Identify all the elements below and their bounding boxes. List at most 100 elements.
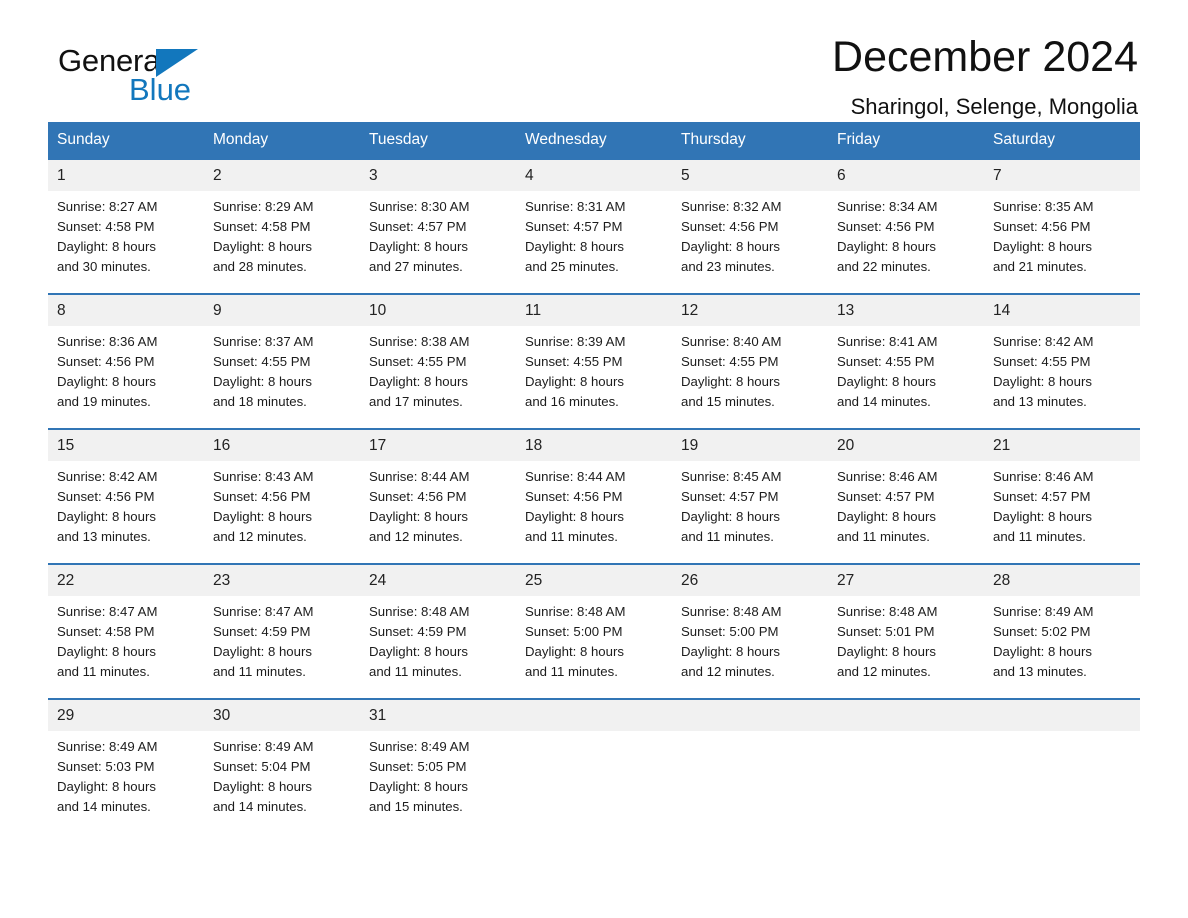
calendar-day-cell[interactable]: 25 Sunrise: 8:48 AM Sunset: 5:00 PM Dayligh… bbox=[516, 563, 672, 699]
calendar-day-cell[interactable]: 17 Sunrise: 8:44 AM Sunset: 4:56 PM Dayligh… bbox=[360, 428, 516, 564]
calendar-day-cell[interactable]: 31 Sunrise: 8:49 AM Sunset: 5:05 PM Dayligh… bbox=[360, 698, 516, 818]
sunrise-time: Sunrise: 8:41 AM bbox=[837, 334, 938, 349]
day-number bbox=[516, 700, 672, 731]
daylight-duration-line2: and 17 minutes. bbox=[369, 394, 463, 409]
daylight-duration-line1: Daylight: 8 hours bbox=[681, 509, 780, 524]
day-details: Sunrise: 8:44 AM Sunset: 4:56 PM Daylight:… bbox=[516, 461, 672, 547]
calendar-day-cell[interactable]: 23 Sunrise: 8:47 AM Sunset: 4:59 PM Dayligh… bbox=[204, 563, 360, 699]
day-number: 11 bbox=[516, 295, 672, 326]
calendar-day-cell-empty bbox=[516, 698, 672, 818]
sunrise-time: Sunrise: 8:42 AM bbox=[57, 469, 158, 484]
day-details: Sunrise: 8:45 AM Sunset: 4:57 PM Daylight:… bbox=[672, 461, 828, 547]
calendar-day-cell[interactable]: 14 Sunrise: 8:42 AM Sunset: 4:55 PM Dayligh… bbox=[984, 293, 1140, 429]
calendar-day-cell[interactable]: 11 Sunrise: 8:39 AM Sunset: 4:55 PM Dayligh… bbox=[516, 293, 672, 429]
calendar-day-cell[interactable]: 30 Sunrise: 8:49 AM Sunset: 5:04 PM Dayligh… bbox=[204, 698, 360, 818]
day-number: 29 bbox=[48, 700, 204, 731]
page-title: December 2024 bbox=[832, 33, 1138, 81]
sunrise-time: Sunrise: 8:45 AM bbox=[681, 469, 782, 484]
daylight-duration-line2: and 14 minutes. bbox=[57, 799, 151, 814]
calendar-day-cell[interactable]: 1 Sunrise: 8:27 AM Sunset: 4:58 PM Daylight… bbox=[48, 158, 204, 294]
sunrise-time: Sunrise: 8:36 AM bbox=[57, 334, 158, 349]
daylight-duration-line1: Daylight: 8 hours bbox=[213, 779, 312, 794]
calendar-day-cell[interactable]: 26 Sunrise: 8:48 AM Sunset: 5:00 PM Dayligh… bbox=[672, 563, 828, 699]
calendar-day-cell[interactable]: 3 Sunrise: 8:30 AM Sunset: 4:57 PM Daylight… bbox=[360, 158, 516, 294]
calendar-day-cell[interactable]: 18 Sunrise: 8:44 AM Sunset: 4:56 PM Dayligh… bbox=[516, 428, 672, 564]
calendar-day-cell[interactable]: 7 Sunrise: 8:35 AM Sunset: 4:56 PM Daylight… bbox=[984, 158, 1140, 294]
calendar-day-cell[interactable]: 22 Sunrise: 8:47 AM Sunset: 4:58 PM Dayligh… bbox=[48, 563, 204, 699]
daylight-duration-line1: Daylight: 8 hours bbox=[993, 239, 1092, 254]
calendar-day-cell[interactable]: 29 Sunrise: 8:49 AM Sunset: 5:03 PM Dayligh… bbox=[48, 698, 204, 818]
daylight-duration-line1: Daylight: 8 hours bbox=[993, 374, 1092, 389]
sunset-time: Sunset: 4:59 PM bbox=[213, 624, 311, 639]
calendar-day-cell[interactable]: 21 Sunrise: 8:46 AM Sunset: 4:57 PM Dayligh… bbox=[984, 428, 1140, 564]
calendar-day-cell[interactable]: 2 Sunrise: 8:29 AM Sunset: 4:58 PM Daylight… bbox=[204, 158, 360, 294]
daylight-duration-line2: and 11 minutes. bbox=[993, 529, 1086, 544]
day-details: Sunrise: 8:35 AM Sunset: 4:56 PM Daylight:… bbox=[984, 191, 1140, 277]
sunset-time: Sunset: 4:58 PM bbox=[213, 219, 311, 234]
daylight-duration-line1: Daylight: 8 hours bbox=[525, 239, 624, 254]
daylight-duration-line2: and 23 minutes. bbox=[681, 259, 775, 274]
weekday-header-thursday: Thursday bbox=[672, 122, 828, 159]
day-number: 19 bbox=[672, 430, 828, 461]
daylight-duration-line1: Daylight: 8 hours bbox=[993, 509, 1092, 524]
calendar-day-cell[interactable]: 20 Sunrise: 8:46 AM Sunset: 4:57 PM Dayligh… bbox=[828, 428, 984, 564]
sunrise-time: Sunrise: 8:49 AM bbox=[57, 739, 158, 754]
page-masthead: General Blue December 2024 Sharingol, Se… bbox=[48, 0, 1140, 119]
daylight-duration-line2: and 18 minutes. bbox=[213, 394, 307, 409]
day-details: Sunrise: 8:29 AM Sunset: 4:58 PM Daylight:… bbox=[204, 191, 360, 277]
sunrise-time: Sunrise: 8:30 AM bbox=[369, 199, 470, 214]
calendar-day-cell[interactable]: 15 Sunrise: 8:42 AM Sunset: 4:56 PM Dayligh… bbox=[48, 428, 204, 564]
calendar-day-cell[interactable]: 27 Sunrise: 8:48 AM Sunset: 5:01 PM Dayligh… bbox=[828, 563, 984, 699]
calendar-day-cell[interactable]: 8 Sunrise: 8:36 AM Sunset: 4:56 PM Daylight… bbox=[48, 293, 204, 429]
daylight-duration-line1: Daylight: 8 hours bbox=[525, 644, 624, 659]
sunset-time: Sunset: 4:55 PM bbox=[369, 354, 467, 369]
calendar-day-cell[interactable]: 24 Sunrise: 8:48 AM Sunset: 4:59 PM Dayligh… bbox=[360, 563, 516, 699]
day-number: 30 bbox=[204, 700, 360, 731]
day-details: Sunrise: 8:42 AM Sunset: 4:56 PM Daylight:… bbox=[48, 461, 204, 547]
sunset-time: Sunset: 4:59 PM bbox=[369, 624, 467, 639]
sunset-time: Sunset: 5:00 PM bbox=[525, 624, 623, 639]
daylight-duration-line2: and 13 minutes. bbox=[993, 394, 1087, 409]
sunrise-time: Sunrise: 8:29 AM bbox=[213, 199, 314, 214]
calendar-day-cell[interactable]: 28 Sunrise: 8:49 AM Sunset: 5:02 PM Dayligh… bbox=[984, 563, 1140, 699]
calendar-day-cell[interactable]: 10 Sunrise: 8:38 AM Sunset: 4:55 PM Dayligh… bbox=[360, 293, 516, 429]
calendar-day-cell[interactable]: 12 Sunrise: 8:40 AM Sunset: 4:55 PM Dayligh… bbox=[672, 293, 828, 429]
sunset-time: Sunset: 4:56 PM bbox=[369, 489, 467, 504]
day-number: 18 bbox=[516, 430, 672, 461]
calendar-week-row: 1 Sunrise: 8:27 AM Sunset: 4:58 PM Daylight… bbox=[48, 158, 1140, 294]
day-number: 8 bbox=[48, 295, 204, 326]
sunset-time: Sunset: 4:57 PM bbox=[525, 219, 623, 234]
calendar-day-cell[interactable]: 16 Sunrise: 8:43 AM Sunset: 4:56 PM Dayligh… bbox=[204, 428, 360, 564]
daylight-duration-line2: and 11 minutes. bbox=[525, 664, 618, 679]
calendar-day-cell[interactable]: 6 Sunrise: 8:34 AM Sunset: 4:56 PM Daylight… bbox=[828, 158, 984, 294]
sunrise-time: Sunrise: 8:27 AM bbox=[57, 199, 158, 214]
daylight-duration-line2: and 21 minutes. bbox=[993, 259, 1087, 274]
calendar-day-cell[interactable]: 4 Sunrise: 8:31 AM Sunset: 4:57 PM Daylight… bbox=[516, 158, 672, 294]
daylight-duration-line1: Daylight: 8 hours bbox=[213, 509, 312, 524]
general-blue-logo[interactable]: General Blue bbox=[58, 44, 218, 107]
daylight-duration-line2: and 13 minutes. bbox=[57, 529, 151, 544]
day-number: 26 bbox=[672, 565, 828, 596]
calendar-day-cell[interactable]: 9 Sunrise: 8:37 AM Sunset: 4:55 PM Daylight… bbox=[204, 293, 360, 429]
daylight-duration-line2: and 14 minutes. bbox=[213, 799, 307, 814]
sunrise-time: Sunrise: 8:47 AM bbox=[57, 604, 158, 619]
daylight-duration-line2: and 15 minutes. bbox=[369, 799, 463, 814]
day-number: 3 bbox=[360, 160, 516, 191]
daylight-duration-line1: Daylight: 8 hours bbox=[993, 644, 1092, 659]
calendar-day-cell[interactable]: 19 Sunrise: 8:45 AM Sunset: 4:57 PM Dayligh… bbox=[672, 428, 828, 564]
day-number: 10 bbox=[360, 295, 516, 326]
day-number: 23 bbox=[204, 565, 360, 596]
sunset-time: Sunset: 4:55 PM bbox=[993, 354, 1091, 369]
title-block: December 2024 Sharingol, Selenge, Mongol… bbox=[832, 32, 1140, 122]
calendar-day-cell-empty bbox=[984, 698, 1140, 818]
daylight-duration-line2: and 12 minutes. bbox=[837, 664, 931, 679]
sunrise-time: Sunrise: 8:44 AM bbox=[369, 469, 470, 484]
sunset-time: Sunset: 4:56 PM bbox=[213, 489, 311, 504]
sunset-time: Sunset: 4:57 PM bbox=[681, 489, 779, 504]
sunset-time: Sunset: 5:05 PM bbox=[369, 759, 467, 774]
day-details: Sunrise: 8:47 AM Sunset: 4:58 PM Daylight:… bbox=[48, 596, 204, 682]
calendar-day-cell[interactable]: 13 Sunrise: 8:41 AM Sunset: 4:55 PM Dayligh… bbox=[828, 293, 984, 429]
daylight-duration-line1: Daylight: 8 hours bbox=[57, 239, 156, 254]
calendar-day-cell[interactable]: 5 Sunrise: 8:32 AM Sunset: 4:56 PM Daylight… bbox=[672, 158, 828, 294]
daylight-duration-line2: and 15 minutes. bbox=[681, 394, 775, 409]
